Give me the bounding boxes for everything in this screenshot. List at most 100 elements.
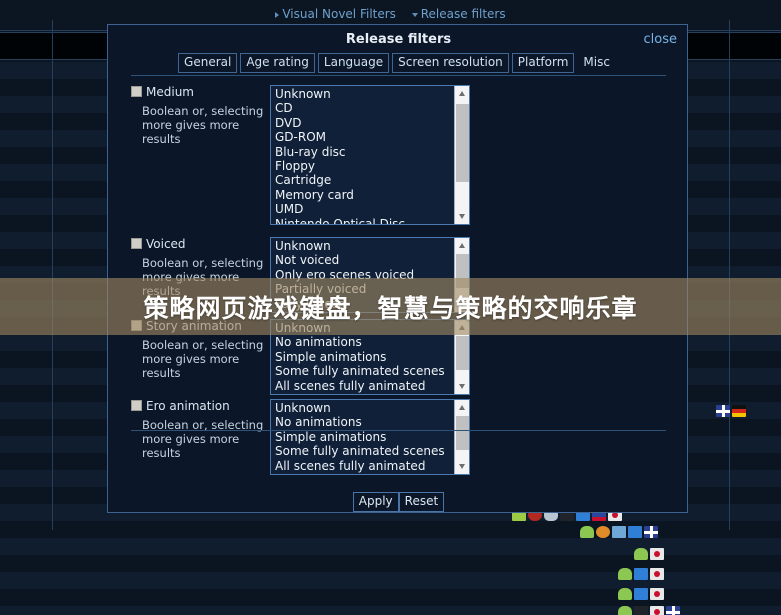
ios-icon	[634, 606, 648, 615]
listbox-option[interactable]: No animations	[274, 415, 453, 429]
dialog-rule-bottom	[131, 430, 666, 431]
listbox-option[interactable]: Unknown	[274, 87, 453, 101]
flag-uk-icon	[644, 526, 658, 538]
nav-link-release-filters[interactable]: Release filters	[411, 7, 506, 21]
nav-link-release-filters-label: Release filters	[420, 7, 506, 21]
filter-label: Medium	[146, 85, 194, 99]
listbox-option[interactable]: Some fully animated scenes	[274, 444, 453, 458]
platform-icon-row	[634, 548, 666, 560]
checkbox-icon[interactable]	[131, 86, 142, 97]
close-button[interactable]: close	[644, 32, 677, 47]
flag-uk-icon	[716, 405, 730, 417]
filter-label: Voiced	[146, 237, 186, 251]
filter-hint: Boolean or, selecting more gives more re…	[142, 338, 264, 380]
listbox-option[interactable]: All scenes fully animated	[274, 459, 453, 473]
scroll-up-icon[interactable]	[455, 86, 469, 101]
listbox-option[interactable]: UMD	[274, 202, 453, 216]
scrollbar-thumb[interactable]	[456, 104, 469, 182]
listbox-option[interactable]: DVD	[274, 116, 453, 130]
reset-button[interactable]: Reset	[398, 492, 445, 512]
mac-icon	[612, 526, 626, 538]
listbox-option[interactable]: Simple animations	[274, 430, 453, 444]
background-table-row	[0, 521, 781, 538]
listbox-option[interactable]: Some fully animated scenes	[274, 364, 453, 378]
tab-screen-resolution[interactable]: Screen resolution	[392, 53, 509, 73]
listbox-option[interactable]: Blu-ray disc	[274, 145, 453, 159]
nav-link-visual-novel-filters[interactable]: Visual Novel Filters	[275, 7, 399, 21]
tab-language[interactable]: Language	[317, 53, 390, 73]
windows-icon	[634, 568, 648, 580]
flag-jp-icon	[650, 606, 664, 615]
tab-misc[interactable]: Misc	[577, 53, 616, 73]
listbox-option[interactable]: Simple animations	[274, 350, 453, 364]
firefox-icon	[596, 526, 610, 538]
scroll-up-icon[interactable]	[455, 400, 469, 415]
triangle-right-icon	[275, 11, 280, 18]
flag-jp-icon	[650, 568, 664, 580]
filter-toggle-ero-animation[interactable]: Ero animation	[131, 399, 230, 413]
listbox-scrollbar[interactable]	[454, 86, 469, 224]
release-filters-dialog: Release filters close General Age rating L…	[107, 24, 688, 513]
tab-general[interactable]: General	[178, 53, 238, 73]
scrollbar-thumb[interactable]	[456, 416, 469, 450]
dialog-tabs: General Age rating Language Screen resoluti…	[108, 51, 689, 73]
apply-button[interactable]: Apply	[352, 492, 399, 512]
listbox-option[interactable]: Unknown	[274, 239, 453, 253]
platform-icon-row	[716, 405, 748, 417]
background-table-edge-left	[52, 20, 53, 530]
filter-hint: Boolean or, selecting more gives more re…	[142, 104, 264, 146]
android-icon	[618, 588, 632, 600]
scrollbar-thumb[interactable]	[456, 336, 469, 370]
flag-de-icon	[732, 405, 746, 417]
watermark-text: 策略网页游戏键盘，智慧与策略的交响乐章	[143, 293, 638, 323]
listbox-options: UnknownNo animationsSimple animationsSom…	[271, 400, 453, 473]
filter-nav: Visual Novel Filters Release filters	[0, 7, 781, 21]
tab-age-rating[interactable]: Age rating	[240, 53, 315, 73]
flag-uk-icon	[666, 606, 680, 615]
screen: Visual Novel Filters Release filters Rel…	[0, 0, 781, 615]
listbox-option[interactable]: GD-ROM	[274, 130, 453, 144]
listbox-option[interactable]: Floppy	[274, 159, 453, 173]
listbox-option[interactable]: Cartridge	[274, 173, 453, 187]
filter-row: Ero animation Boolean or, selecting more …	[131, 399, 666, 475]
dialog-title: Release filters	[345, 32, 452, 47]
listbox-options: Unknown CD DVD GD-ROM Blu-ray disc Floppy Cart…	[271, 86, 453, 224]
scroll-down-icon[interactable]	[455, 459, 469, 474]
tab-platform[interactable]: Platform	[511, 53, 575, 73]
windows-icon	[628, 526, 642, 538]
listbox-option[interactable]: Memory card	[274, 188, 453, 202]
filter-hint: Boolean or, selecting more gives more re…	[142, 418, 264, 460]
nav-link-visual-novel-filters-label: Visual Novel Filters	[282, 7, 396, 21]
android-icon	[580, 526, 594, 538]
listbox-option[interactable]: CD	[274, 101, 453, 115]
scroll-down-icon[interactable]	[455, 209, 469, 224]
dialog-actions: Apply Reset	[108, 490, 689, 512]
android-icon	[634, 548, 648, 560]
filter-listbox[interactable]: UnknownNo animationsSimple animationsSom…	[270, 399, 470, 475]
filter-toggle-voiced[interactable]: Voiced	[131, 237, 186, 251]
platform-icon-row	[618, 568, 666, 580]
scroll-down-icon[interactable]	[455, 379, 469, 394]
watermark-overlay: 策略网页游戏键盘，智慧与策略的交响乐章	[0, 278, 781, 335]
flag-jp-icon	[650, 548, 664, 560]
checkbox-icon[interactable]	[131, 400, 142, 411]
listbox-scrollbar[interactable]	[454, 400, 469, 474]
listbox-option[interactable]: Nintendo Optical Disc	[274, 217, 453, 224]
listbox-option[interactable]: All scenes fully animated	[274, 379, 453, 393]
platform-icon-row	[618, 606, 682, 615]
filter-label: Ero animation	[146, 399, 230, 413]
android-icon	[618, 568, 632, 580]
filter-listbox[interactable]: Unknown CD DVD GD-ROM Blu-ray disc Floppy Cart…	[270, 85, 470, 225]
android-icon	[618, 606, 632, 615]
dialog-rule-top	[131, 75, 666, 76]
checkbox-icon[interactable]	[131, 238, 142, 249]
listbox-option[interactable]: Unknown	[274, 401, 453, 415]
scroll-up-icon[interactable]	[455, 238, 469, 253]
background-table-edge-right	[729, 20, 730, 530]
flag-jp-icon	[650, 588, 664, 600]
platform-icon-row	[618, 588, 666, 600]
triangle-down-icon	[411, 12, 418, 17]
listbox-option[interactable]: Not voiced	[274, 253, 453, 267]
listbox-option[interactable]: No animations	[274, 335, 453, 349]
filter-toggle-medium[interactable]: Medium	[131, 85, 194, 99]
